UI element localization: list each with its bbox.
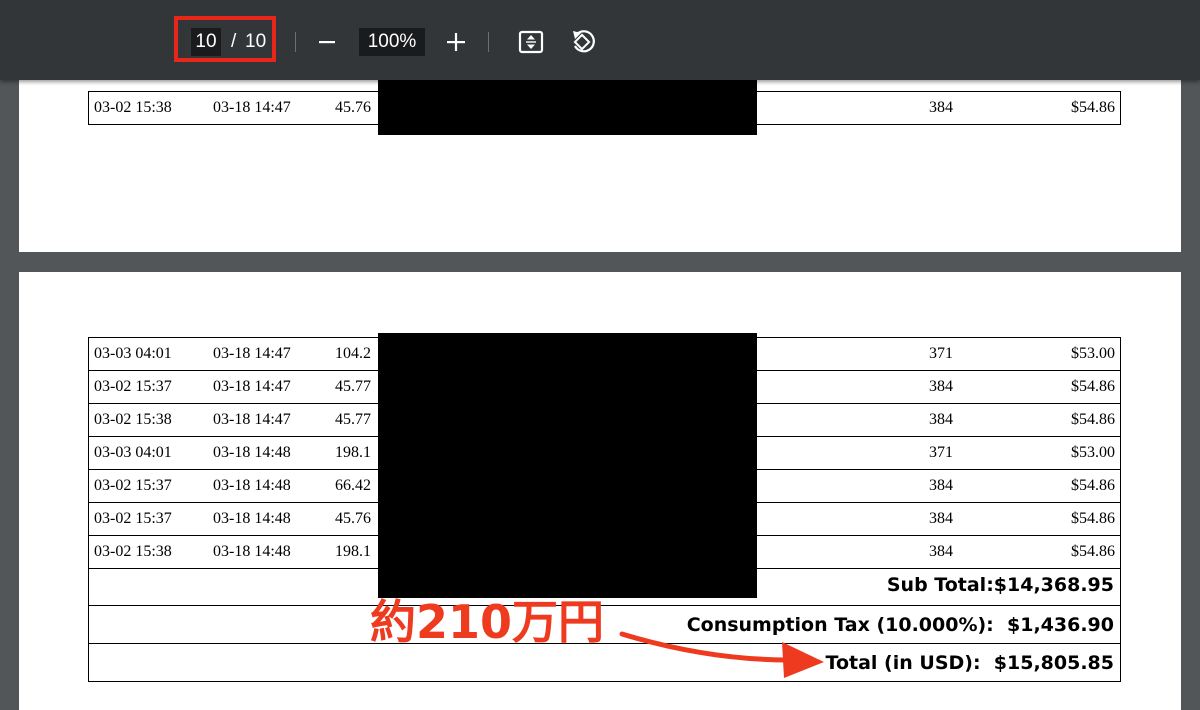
arrow-icon — [619, 631, 824, 678]
start-time-cell: 03-02 15:38 — [88, 403, 213, 437]
amount-cell: $54.86 — [953, 91, 1121, 125]
quantity-cell: 384 — [835, 403, 953, 437]
end-time-cell: 03-18 14:48 — [213, 502, 335, 536]
amount-cell: $54.86 — [953, 403, 1121, 437]
end-time-cell: 03-18 14:47 — [213, 403, 335, 437]
start-time-cell: 03-02 15:37 — [88, 469, 213, 503]
zoom-level-input[interactable]: 100% — [359, 28, 425, 56]
end-time-cell: 03-18 14:47 — [213, 91, 335, 125]
total-row: Total (in USD): $15,805.85 — [88, 644, 1121, 682]
end-time-cell: 03-18 14:47 — [213, 337, 335, 371]
fit-to-page-button[interactable] — [516, 27, 546, 57]
plus-icon — [447, 33, 465, 51]
pdf-toolbar: 10 / 10 100% — [0, 0, 1200, 80]
end-time-cell: 03-18 14:48 — [213, 436, 335, 470]
redaction-box — [378, 333, 757, 598]
quantity-cell: 384 — [835, 91, 953, 125]
quantity-cell: 371 — [835, 436, 953, 470]
fit-page-icon — [518, 30, 544, 54]
quantity-cell: 384 — [835, 502, 953, 536]
quantity-cell: 384 — [835, 370, 953, 404]
quantity-cell: 384 — [835, 469, 953, 503]
amount-cell: $53.00 — [953, 436, 1121, 470]
end-time-cell: 03-18 14:47 — [213, 370, 335, 404]
zoom-out-button[interactable] — [313, 28, 341, 56]
end-time-cell: 03-18 14:48 — [213, 469, 335, 503]
pdf-viewer: 03-02 15:38 03-18 14:47 45.76 384 $54.86 03-… — [0, 0, 1200, 710]
toolbar-divider — [295, 32, 296, 52]
page-highlight-box — [174, 16, 276, 62]
total-text: Total (in USD): $15,805.85 — [825, 652, 1114, 674]
amount-cell: $54.86 — [953, 370, 1121, 404]
end-time-cell: 03-18 14:48 — [213, 535, 335, 569]
start-time-cell: 03-02 15:37 — [88, 370, 213, 404]
annotation-text: 約210万円 — [370, 595, 605, 649]
redaction-box — [378, 80, 757, 135]
quantity-cell: 384 — [835, 535, 953, 569]
zoom-in-button[interactable] — [442, 28, 470, 56]
toolbar-divider — [488, 32, 489, 52]
subtotal-text: Sub Total:$14,368.95 — [886, 574, 1114, 596]
tax-row: Consumption Tax (10.000%): $1,436.90 — [88, 606, 1121, 644]
amount-cell: $54.86 — [953, 535, 1121, 569]
start-time-cell: 03-03 04:01 — [88, 337, 213, 371]
amount-cell: $53.00 — [953, 337, 1121, 371]
quantity-cell: 371 — [835, 337, 953, 371]
amount-cell: $54.86 — [953, 469, 1121, 503]
rotate-icon — [573, 30, 595, 53]
start-time-cell: 03-03 04:01 — [88, 436, 213, 470]
start-time-cell: 03-02 15:38 — [88, 91, 213, 125]
start-time-cell: 03-02 15:37 — [88, 502, 213, 536]
minus-icon — [319, 41, 335, 44]
rotate-button[interactable] — [568, 27, 598, 57]
amount-cell: $54.86 — [953, 502, 1121, 536]
start-time-cell: 03-02 15:38 — [88, 535, 213, 569]
